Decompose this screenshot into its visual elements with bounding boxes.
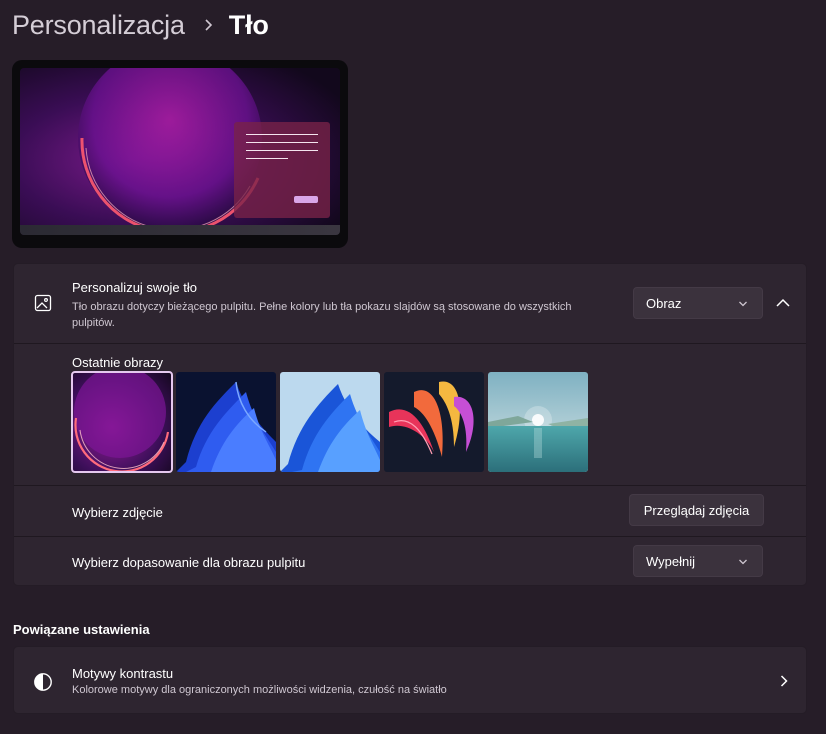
fit-value: Wypełnij bbox=[646, 553, 696, 569]
recent-image-2[interactable] bbox=[176, 372, 276, 472]
breadcrumb: Personalizacja Tło bbox=[12, 8, 269, 42]
chevron-up-icon[interactable] bbox=[774, 294, 792, 312]
contrast-icon bbox=[34, 673, 52, 691]
browse-photos-button[interactable]: Przeglądaj zdjęcia bbox=[629, 494, 764, 526]
chevron-down-icon bbox=[739, 559, 747, 565]
chevron-right-icon[interactable] bbox=[778, 674, 790, 688]
choose-photo-label: Wybierz zdjęcie bbox=[72, 505, 163, 520]
chevron-right-icon bbox=[205, 19, 212, 31]
contrast-title: Motywy kontrastu bbox=[72, 666, 174, 681]
recent-images-list bbox=[71, 371, 588, 473]
breadcrumb-parent[interactable]: Personalizacja bbox=[12, 10, 185, 41]
background-type-value: Obraz bbox=[646, 295, 682, 311]
preview-window bbox=[234, 122, 330, 218]
divider bbox=[14, 485, 806, 486]
recent-image-4[interactable] bbox=[384, 372, 484, 472]
chevron-down-icon bbox=[739, 301, 747, 307]
background-settings-card: Personalizuj swoje tło Tło obrazu dotycz… bbox=[13, 263, 807, 586]
divider bbox=[14, 343, 806, 344]
background-type-dropdown[interactable]: Obraz bbox=[633, 287, 763, 319]
settings-page: Personalizacja Tło Personalizuj swoje tł… bbox=[0, 0, 826, 734]
related-settings-title: Powiązane ustawienia bbox=[13, 622, 150, 637]
background-header-row[interactable]: Personalizuj swoje tło Tło obrazu dotycz… bbox=[14, 264, 806, 344]
divider bbox=[14, 536, 806, 537]
fit-dropdown[interactable]: Wypełnij bbox=[633, 545, 763, 577]
desktop-preview bbox=[12, 60, 348, 248]
recent-image-5[interactable] bbox=[488, 372, 588, 472]
recent-image-3[interactable] bbox=[280, 372, 380, 472]
fit-label: Wybierz dopasowanie dla obrazu pulpitu bbox=[72, 555, 306, 570]
background-title: Personalizuj swoje tło bbox=[72, 280, 198, 295]
background-description: Tło obrazu dotyczy bieżącego pulpitu. Pe… bbox=[72, 301, 572, 329]
preview-wallpaper bbox=[20, 68, 340, 235]
recent-image-1[interactable] bbox=[71, 371, 173, 473]
contrast-themes-card[interactable]: Motywy kontrastu Kolorowe motywy dla ogr… bbox=[13, 646, 807, 714]
contrast-description: Kolorowe motywy dla ograniczonych możliw… bbox=[72, 684, 447, 696]
preview-taskbar bbox=[20, 225, 340, 235]
recent-images-label: Ostatnie obrazy bbox=[72, 355, 164, 370]
image-icon bbox=[34, 294, 52, 312]
page-title: Tło bbox=[228, 9, 269, 40]
